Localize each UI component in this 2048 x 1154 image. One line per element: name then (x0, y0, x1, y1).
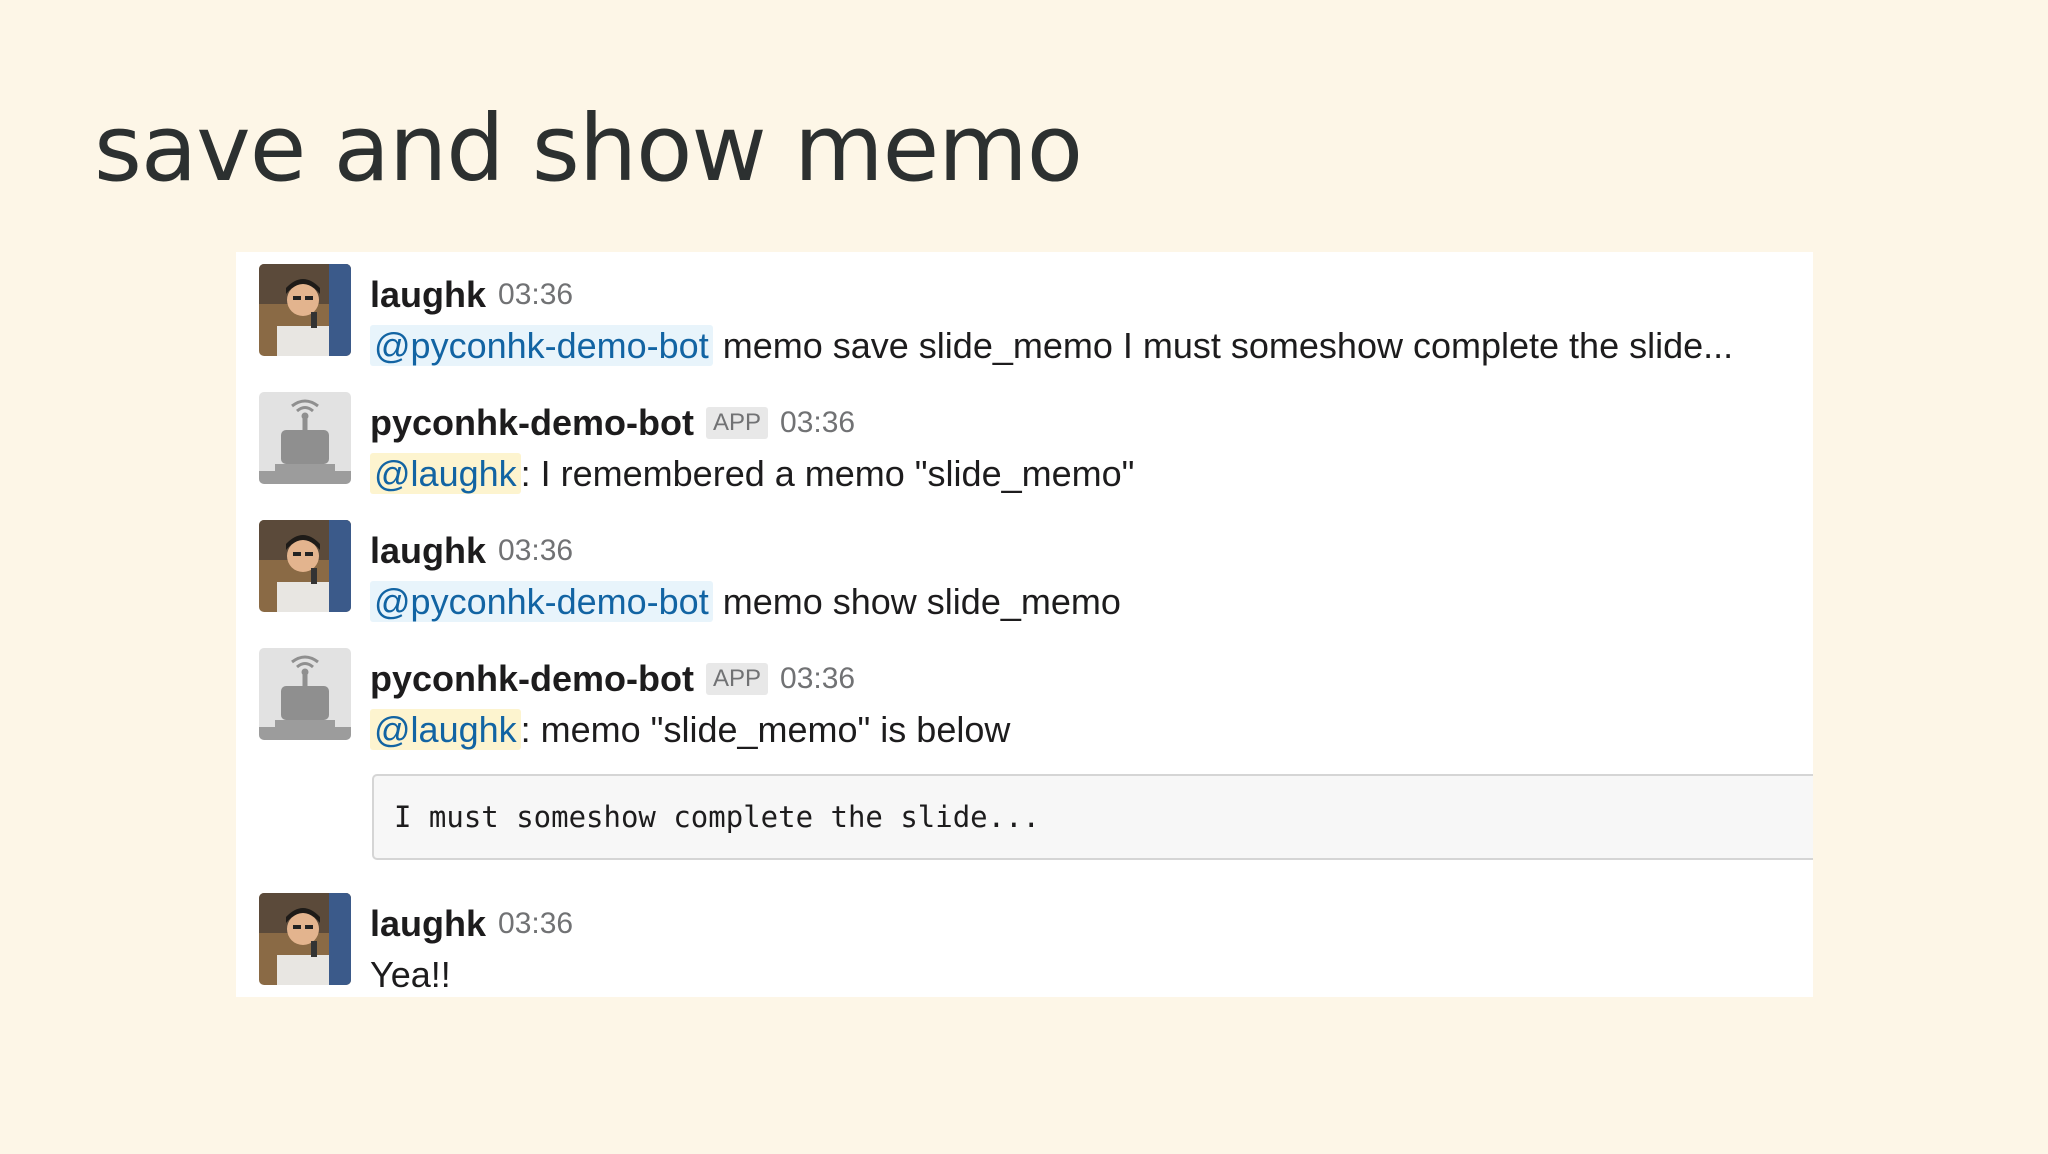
message-text: @laughk: memo "slide_memo" is below (370, 706, 1010, 754)
user-avatar[interactable] (259, 520, 351, 612)
message-body-text: : I remembered a memo "slide_memo" (520, 453, 1135, 494)
message-text: @pyconhk-demo-bot memo show slide_memo (370, 578, 1121, 626)
message-timestamp[interactable]: 03:36 (498, 534, 573, 568)
message-body-text: memo save slide_memo I must someshow com… (722, 325, 1734, 366)
mention-link[interactable]: @laughk (370, 709, 521, 750)
user-avatar[interactable] (259, 893, 351, 985)
message-item: laughk 03:36 Yea!! (236, 893, 1813, 995)
mention-link[interactable]: @pyconhk-demo-bot (370, 325, 713, 366)
mention-link[interactable]: @laughk (370, 453, 521, 494)
message-text: Yea!! (370, 951, 451, 997)
message-item: pyconhk-demo-bot APP 03:36 @laughk: I re… (236, 392, 1813, 494)
user-photo-avatar-icon (259, 893, 351, 985)
message-body-text: : memo "slide_memo" is below (520, 709, 1011, 750)
bot-default-avatar-icon (259, 648, 351, 740)
message-timestamp[interactable]: 03:36 (780, 406, 855, 440)
message-author[interactable]: pyconhk-demo-bot (370, 402, 694, 444)
slide-title: save and show memo (94, 95, 1083, 202)
code-block-row: I must someshow complete the slide... (236, 774, 1813, 864)
message-timestamp[interactable]: 03:36 (498, 278, 573, 312)
code-block[interactable]: I must someshow complete the slide... (372, 774, 1813, 860)
message-timestamp[interactable]: 03:36 (498, 907, 573, 941)
message-author[interactable]: pyconhk-demo-bot (370, 658, 694, 700)
user-photo-avatar-icon (259, 264, 351, 356)
mention-link[interactable]: @pyconhk-demo-bot (370, 581, 713, 622)
message-item: laughk 03:36 @pyconhk-demo-bot memo show… (236, 520, 1813, 622)
message-text: @laughk: I remembered a memo "slide_memo… (370, 450, 1134, 498)
message-text: @pyconhk-demo-bot memo save slide_memo I… (370, 322, 1733, 370)
app-badge: APP (705, 663, 769, 695)
message-author[interactable]: laughk (370, 274, 486, 316)
user-photo-avatar-icon (259, 520, 351, 612)
bot-default-avatar-icon (259, 392, 351, 484)
message-timestamp[interactable]: 03:36 (780, 662, 855, 696)
app-badge: APP (705, 407, 769, 439)
message-author[interactable]: laughk (370, 530, 486, 572)
message-body-text: Yea!! (370, 954, 451, 995)
message-item: laughk 03:36 @pyconhk-demo-bot memo save… (236, 264, 1813, 366)
chat-message-list[interactable]: laughk 03:36 @pyconhk-demo-bot memo save… (236, 252, 1813, 997)
user-avatar[interactable] (259, 264, 351, 356)
bot-avatar[interactable] (259, 392, 351, 484)
message-author[interactable]: laughk (370, 903, 486, 945)
code-block-text: I must someshow complete the slide... (394, 800, 1041, 834)
message-body-text: memo show slide_memo (722, 581, 1121, 622)
message-item: pyconhk-demo-bot APP 03:36 @laughk: memo… (236, 648, 1813, 750)
bot-avatar[interactable] (259, 648, 351, 740)
